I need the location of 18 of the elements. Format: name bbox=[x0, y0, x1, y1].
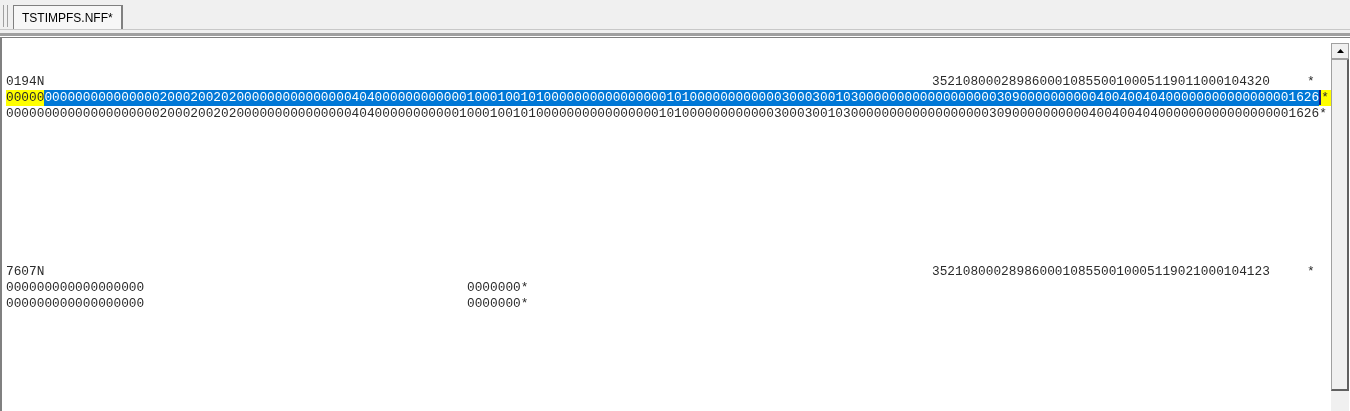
up-arrow-icon bbox=[1336, 49, 1344, 53]
line-text: 0000000* bbox=[467, 280, 529, 296]
reference-number: 35210800028986000108550010005119021000104123 bbox=[932, 264, 1271, 281]
record-id: 0194N bbox=[6, 74, 46, 90]
line-end-mark: * bbox=[1307, 74, 1315, 90]
grip-icon[interactable] bbox=[3, 5, 8, 27]
reference-number: 35210800028986000108550010005119011000104320 bbox=[932, 74, 1271, 90]
line-end-mark: * bbox=[1307, 264, 1315, 281]
line-text: 000000000000000000 bbox=[6, 280, 146, 296]
scroll-up-button[interactable] bbox=[1331, 43, 1349, 59]
text-cursor bbox=[1319, 89, 1322, 105]
line-text: 00000 bbox=[6, 89, 45, 106]
line-text: 000000000000000000002000200202000000000000000404000000000001000100101000000000000000010100000000000030003001030000000000000000003090000000000400400404000000000000000001626 bbox=[6, 105, 1320, 122]
record-id: 7607N bbox=[6, 264, 46, 281]
line-text: 0000000* bbox=[467, 296, 529, 312]
file-tab[interactable]: TSTIMPFS.NFF* bbox=[13, 5, 123, 29]
line-text: 000000000000000000 bbox=[6, 296, 146, 312]
selected-text: 0000000000000002000200202000000000000000404000000000000100010010100000000000000001010000000000003000300103000000000000000000309000000000040040040400000000000000001626 bbox=[44, 89, 1320, 106]
